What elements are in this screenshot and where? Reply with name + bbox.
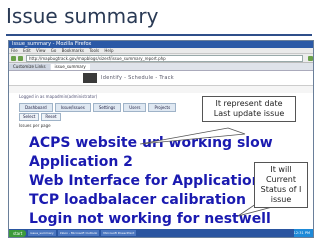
date-callout: It represent date Last update issue [202,96,296,122]
status-callout: It will Current Status of I issue [254,162,308,208]
date-callout-tail [139,127,246,145]
